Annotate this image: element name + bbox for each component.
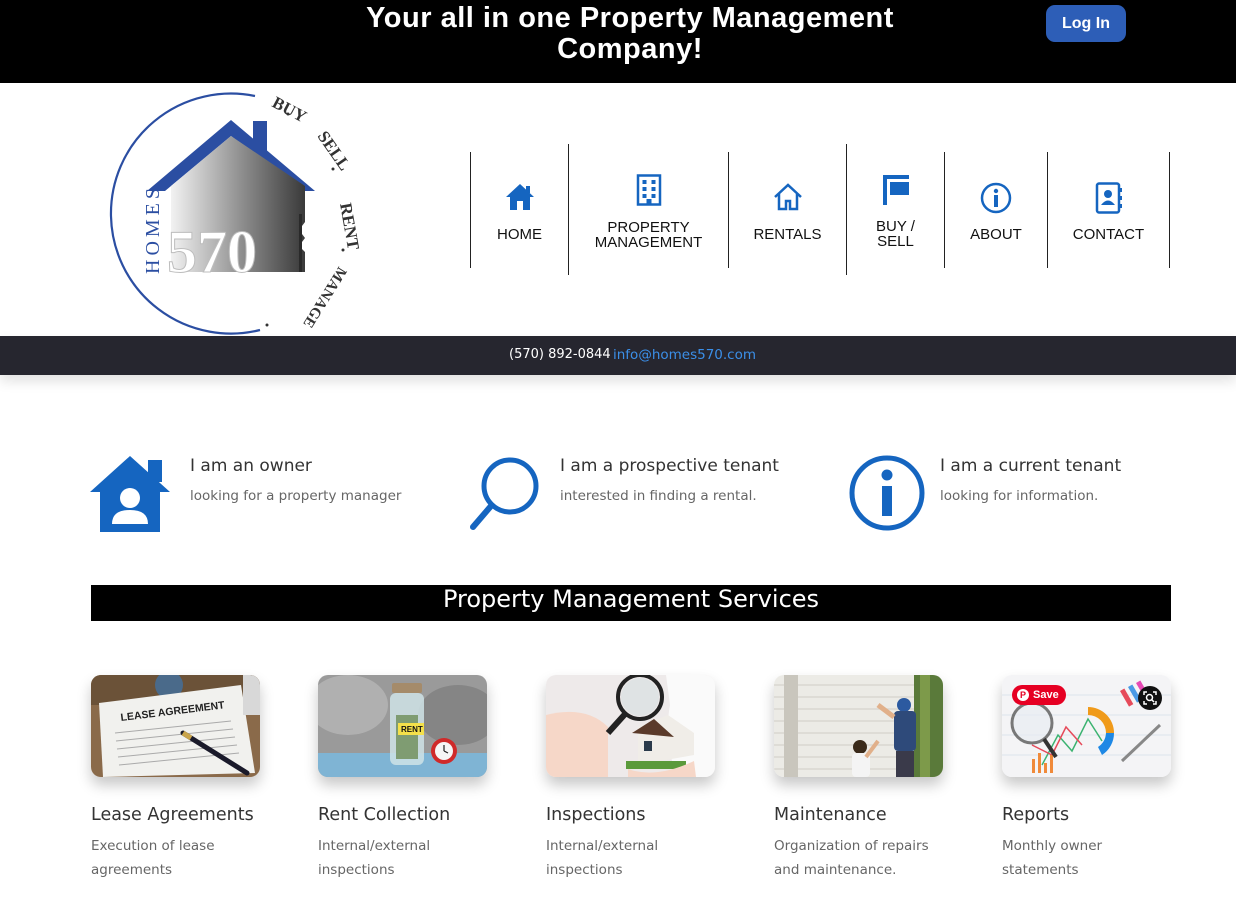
house-outline-icon xyxy=(773,183,802,211)
login-button[interactable]: Log In xyxy=(1046,5,1126,42)
nav-buy-sell[interactable]: BUY / SELL xyxy=(847,173,944,249)
homes570-logo[interactable]: HOMES 570 BUY SELL RENT MANAGE xyxy=(95,84,365,336)
nav-about[interactable]: ABOUT xyxy=(945,182,1047,242)
lease-agreements-description: Execution of lease agreements xyxy=(91,838,215,878)
homes-wordmark: HOMES xyxy=(142,184,164,274)
maintenance-title: Maintenance xyxy=(774,805,887,825)
lens-search-icon xyxy=(1143,691,1157,705)
services-heading-bar: Property Management Services xyxy=(91,585,1171,621)
services-heading: Property Management Services xyxy=(442,585,820,613)
building-icon xyxy=(636,174,661,206)
nav-about-label: ABOUT xyxy=(970,226,1022,243)
email-link[interactable]: info@homes570.com xyxy=(613,347,756,363)
tagline: Your all in one Property Management Comp… xyxy=(366,2,894,65)
persona-prospective-title: I am a prospective tenant xyxy=(560,456,779,476)
lease-agreements-title: Lease Agreements xyxy=(91,805,254,825)
inspections-image[interactable] xyxy=(546,675,715,777)
info-circle-icon[interactable] xyxy=(849,455,927,533)
pinterest-icon: P xyxy=(1017,689,1029,701)
nav-property-management-label-line1: PROPERTY xyxy=(607,219,690,236)
nav-property-management-label-line2: MANAGEMENT xyxy=(594,234,703,251)
maintenance-description: Organization of repairs and maintenance. xyxy=(774,838,929,878)
rent-image-text: RENT xyxy=(401,725,423,734)
logo-number: 570 xyxy=(167,219,257,285)
visual-search-button[interactable] xyxy=(1138,686,1162,710)
nav-property-management[interactable]: PROPERTY MANAGEMENT xyxy=(569,174,728,250)
magnifier-icon[interactable] xyxy=(469,456,547,532)
top-banner: Your all in one Property Management Comp… xyxy=(0,0,1236,83)
reports-description: Monthly owner statements xyxy=(1002,838,1103,878)
persona-owner-icon[interactable] xyxy=(90,456,176,532)
nav-home[interactable]: HOME xyxy=(471,182,568,242)
inspections-description: Internal/external inspections xyxy=(546,838,659,878)
lease-agreement-image[interactable]: LEASE AGREEMENT xyxy=(91,675,260,777)
ring-word-sell: SELL xyxy=(314,127,355,174)
ring-word-manage: MANAGE xyxy=(299,264,349,330)
ring-word-rent: RENT xyxy=(336,201,363,251)
info-icon xyxy=(980,182,1012,214)
nav-buy-sell-label-line1: BUY / xyxy=(876,218,915,235)
pinterest-save-button[interactable]: P Save xyxy=(1012,685,1066,705)
address-book-icon xyxy=(1095,182,1122,214)
persona-current-title: I am a current tenant xyxy=(940,456,1122,476)
reports-title: Reports xyxy=(1002,805,1070,825)
rent-collection-title: Rent Collection xyxy=(318,805,451,825)
pinterest-save-label: Save xyxy=(1033,689,1059,701)
inspections-title: Inspections xyxy=(546,805,646,825)
maintenance-image[interactable] xyxy=(774,675,943,777)
rent-collection-image[interactable]: RENT xyxy=(318,675,487,777)
persona-prospective-subtitle: interested in finding a rental. xyxy=(560,488,757,504)
persona-owner-title: I am an owner xyxy=(190,456,312,476)
rent-collection-description: Internal/external inspections xyxy=(318,838,431,878)
nav-buy-sell-label-line2: SELL xyxy=(877,233,914,250)
nav-contact-label: CONTACT xyxy=(1072,226,1145,243)
nav-home-label: HOME xyxy=(497,226,542,243)
nav-divider xyxy=(1169,152,1170,268)
persona-owner-subtitle: looking for a property manager xyxy=(190,488,402,504)
home-icon xyxy=(505,184,534,210)
signpost-icon xyxy=(882,175,909,205)
contact-bar: (570) 892-0844 info@homes570.com xyxy=(0,336,1236,375)
svg-text:HOMES: HOMES xyxy=(142,184,164,274)
nav-rentals[interactable]: RENTALS xyxy=(729,182,846,242)
phone-number[interactable]: (570) 892-0844 xyxy=(509,347,611,362)
nav-contact[interactable]: CONTACT xyxy=(1048,182,1169,242)
persona-current-subtitle: looking for information. xyxy=(940,488,1099,504)
nav-rentals-label: RENTALS xyxy=(753,226,822,243)
ring-word-buy: BUY xyxy=(269,93,310,127)
